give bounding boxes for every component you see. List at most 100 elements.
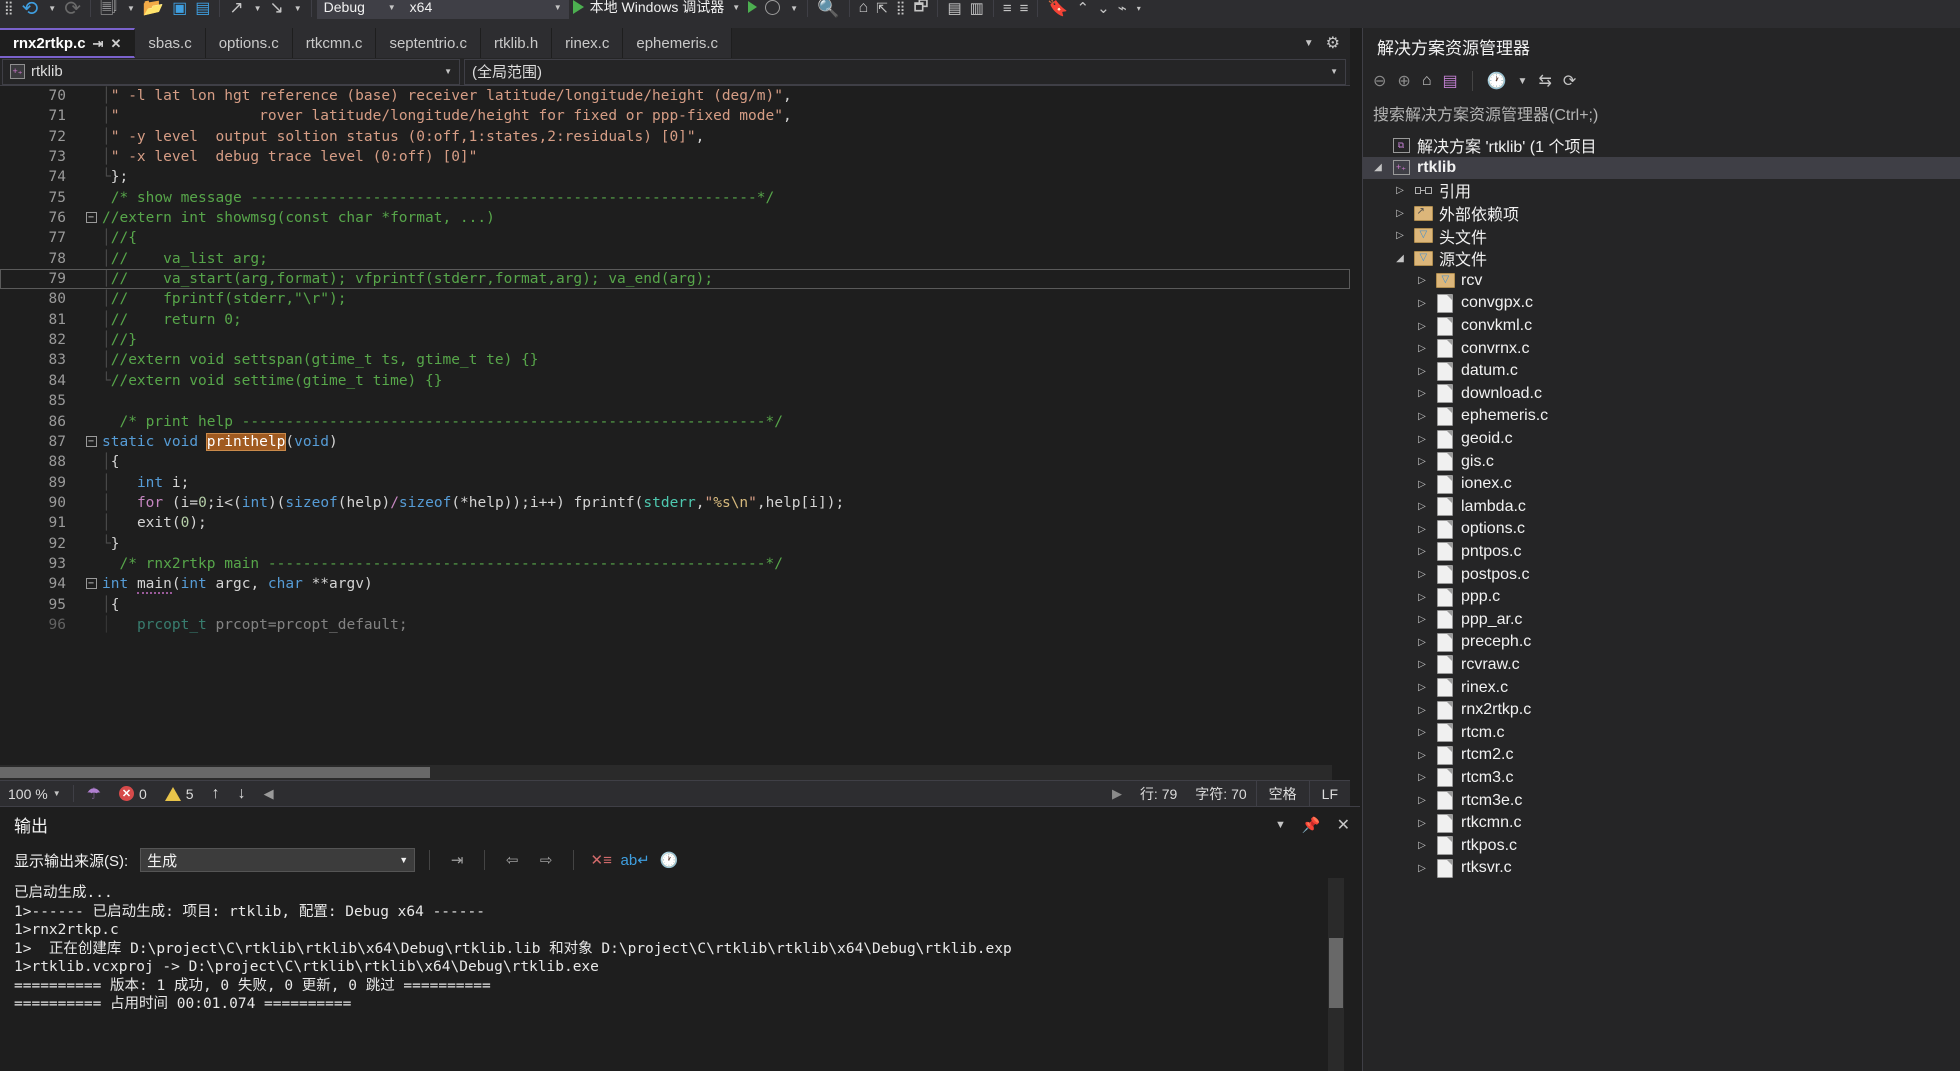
output-source-combo[interactable]: 生成 ▼	[140, 848, 416, 872]
save-icon[interactable]: ▣	[168, 0, 191, 22]
expander-icon[interactable]: ▷	[1411, 637, 1433, 648]
tree-item-header-files[interactable]: ▷ 头文件	[1363, 224, 1960, 247]
code-line[interactable]: 88 │{	[0, 452, 1350, 472]
tree-item-file[interactable]: ▷ geoid.c	[1363, 428, 1960, 451]
outdent-icon[interactable]: ≡	[1016, 0, 1033, 22]
code-line[interactable]: 84 └//extern void settime(gtime_t time) …	[0, 371, 1350, 391]
code-line[interactable]: 86 /* print help -----------------------…	[0, 412, 1350, 432]
new-item-icon[interactable]: 🗐	[96, 0, 121, 22]
pin-icon[interactable]: ⇥	[93, 37, 104, 50]
forward-icon[interactable]: ⊕	[1397, 71, 1410, 91]
expander-icon[interactable]: ▷	[1411, 818, 1433, 829]
tree-item-source-files[interactable]: ◢ 源文件	[1363, 247, 1960, 270]
prev-bookmark-icon[interactable]: ⌃	[1073, 0, 1094, 22]
collapse-icon[interactable]: −	[85, 435, 97, 447]
project-scope-combo[interactable]: +₊ rtklib ▼	[2, 58, 460, 85]
code-line[interactable]: 87 − static void printhelp(void)	[0, 432, 1350, 452]
expander-icon[interactable]: ▷	[1411, 614, 1433, 625]
code-line[interactable]: 80 │// fprintf(stderr,"\r");	[0, 289, 1350, 309]
tree-item-rcv[interactable]: ▷ rcv	[1363, 270, 1960, 293]
stop-dropdown-icon[interactable]: ▼	[786, 0, 802, 22]
expander-icon[interactable]: ▷	[1411, 501, 1433, 512]
expander-icon[interactable]: ▷	[1389, 230, 1411, 241]
tab-list-dropdown-icon[interactable]: ▼	[1304, 38, 1314, 49]
word-wrap-icon[interactable]: ab↵	[621, 848, 650, 872]
clear-output-icon[interactable]: ✕≡	[588, 848, 614, 872]
code-line[interactable]: 94 − int main(int argc, char **argv)	[0, 574, 1350, 595]
navigate-back-icon[interactable]: ⟲	[18, 0, 43, 22]
tab-rtkcmn-c[interactable]: rtkcmn.c	[292, 28, 377, 58]
code-line[interactable]: 96 │ prcopt_t prcopt=prcopt_default;	[0, 615, 1350, 635]
uncomment-icon[interactable]: ▥	[966, 0, 988, 22]
tree-item-solution[interactable]: ⧉ 解决方案 'rtklib' (1 个项目	[1363, 134, 1960, 157]
new-item-dropdown-icon[interactable]: ▼	[123, 0, 139, 22]
undo-dropdown-icon[interactable]: ▼	[250, 0, 266, 22]
warning-count[interactable]: 5	[156, 786, 203, 802]
pin-icon[interactable]: 📌	[1302, 816, 1321, 834]
go-to-message-icon[interactable]: ⇥	[444, 848, 470, 872]
refresh-icon[interactable]: ⟳	[1563, 71, 1576, 91]
expander-open-icon[interactable]: ◢	[1389, 253, 1411, 264]
code-line[interactable]: 72 │" -y level output soltion status (0:…	[0, 127, 1350, 147]
solution-explorer-tree[interactable]: ⧉ 解决方案 'rtklib' (1 个项目 ◢ +₊ rtklib ▷ 引用 …	[1363, 134, 1960, 1071]
undo-icon[interactable]: ↗	[225, 0, 247, 22]
solution-icon[interactable]: ▤	[1442, 71, 1457, 91]
member-scope-combo[interactable]: (全局范围) ▼	[464, 58, 1346, 85]
next-issue-button[interactable]: ↓	[229, 785, 255, 803]
fold-gutter[interactable]: −	[82, 208, 100, 228]
clear-bookmarks-icon[interactable]: ⌁	[1114, 0, 1131, 22]
tree-item-file[interactable]: ▷ download.c	[1363, 383, 1960, 406]
close-icon[interactable]: ✕	[1337, 815, 1350, 835]
tree-item-file[interactable]: ▷ rtcm3.c	[1363, 767, 1960, 790]
code-line-current[interactable]: 79 │// va_start(arg,format); vfprintf(st…	[0, 269, 1350, 290]
tree-item-file[interactable]: ▷ rcvraw.c	[1363, 654, 1960, 677]
code-line[interactable]: 93 /* rnx2rtkp main --------------------…	[0, 554, 1350, 574]
expander-icon[interactable]: ▷	[1411, 772, 1433, 783]
tree-item-file[interactable]: ▷ rnx2rtkp.c	[1363, 699, 1960, 722]
scrollbar-thumb[interactable]	[0, 767, 430, 778]
align-icon[interactable]: ⇱	[872, 0, 892, 22]
output-vertical-scrollbar[interactable]	[1328, 878, 1344, 1071]
next-message-icon[interactable]: ⇨	[533, 848, 559, 872]
expander-icon[interactable]: ▷	[1411, 524, 1433, 535]
code-line[interactable]: 77 │//{	[0, 228, 1350, 248]
code-line[interactable]: 83 │//extern void settspan(gtime_t ts, g…	[0, 350, 1350, 370]
code-line[interactable]: 78 │// va_list arg;	[0, 249, 1350, 269]
expander-icon[interactable]: ▷	[1389, 185, 1411, 196]
tree-item-file[interactable]: ▷ rtkcmn.c	[1363, 812, 1960, 835]
stop-icon[interactable]	[761, 0, 784, 21]
code-line[interactable]: 82 │//}	[0, 330, 1350, 350]
tab-rnx2rtkp-c[interactable]: rnx2rtkp.c ⇥ ✕	[0, 28, 136, 58]
code-line[interactable]: 90 │ for (i=0;i<(int)(sizeof(help)/sizeo…	[0, 493, 1350, 513]
scrollbar-thumb[interactable]	[1329, 938, 1343, 1008]
navigate-back-dropdown-icon[interactable]: ▼	[44, 0, 60, 22]
code-editor[interactable]: 70 │" -l lat lon hgt reference (base) re…	[0, 86, 1350, 780]
tab-septentrio-c[interactable]: septentrio.c	[376, 28, 481, 58]
code-line[interactable]: 71 │" rover latitude/longitude/height fo…	[0, 106, 1350, 126]
comment-icon[interactable]: ▤	[943, 0, 965, 22]
bookmark-icon[interactable]: 🔖	[1043, 0, 1072, 22]
code-line[interactable]: 73 │" -x level debug trace level (0:off)…	[0, 147, 1350, 167]
chevron-down-icon[interactable]: ▼	[732, 3, 740, 12]
expander-icon[interactable]: ▷	[1411, 298, 1433, 309]
expander-icon[interactable]: ▷	[1411, 479, 1433, 490]
tab-options-c[interactable]: options.c	[205, 28, 293, 58]
next-bookmark-icon[interactable]: ⌄	[1093, 0, 1114, 22]
expander-icon[interactable]: ▷	[1411, 546, 1433, 557]
tree-item-references[interactable]: ▷ 引用	[1363, 179, 1960, 202]
tree-item-file[interactable]: ▷ rinex.c	[1363, 676, 1960, 699]
tree-item-file[interactable]: ▷ rtksvr.c	[1363, 857, 1960, 880]
tree-item-file[interactable]: ▷ rtcm2.c	[1363, 744, 1960, 767]
code-line[interactable]: 92 └}	[0, 534, 1350, 554]
code-line[interactable]: 76 − //extern int showmsg(const char *fo…	[0, 208, 1350, 228]
expander-icon[interactable]: ▷	[1411, 321, 1433, 332]
tab-rtklib-h[interactable]: rtklib.h	[480, 28, 553, 58]
home-icon[interactable]: ⌂	[855, 0, 873, 22]
expander-icon[interactable]: ▷	[1411, 659, 1433, 670]
code-line[interactable]: 85	[0, 391, 1350, 411]
editor-horizontal-scrollbar[interactable]	[0, 765, 1332, 780]
expander-icon[interactable]: ▷	[1411, 705, 1433, 716]
expander-icon[interactable]: ▷	[1411, 275, 1433, 286]
tree-item-file[interactable]: ▷ ephemeris.c	[1363, 405, 1960, 428]
solution-explorer-search-input[interactable]: 搜索解决方案资源管理器(Ctrl+;)	[1363, 98, 1960, 128]
